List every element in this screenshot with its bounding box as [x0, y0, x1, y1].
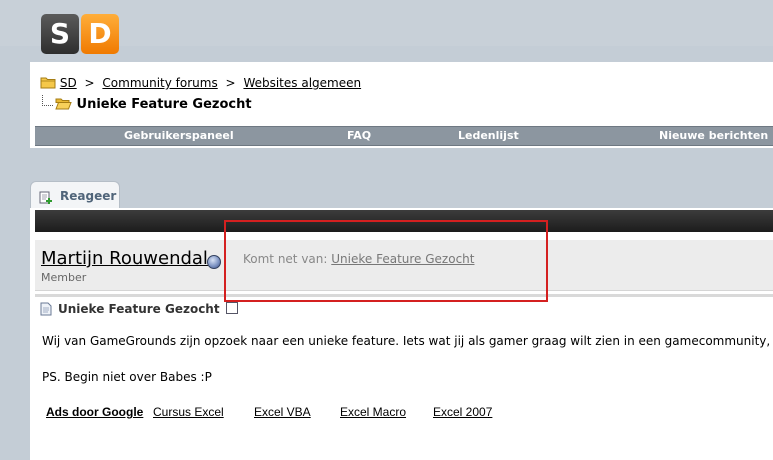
- ads-door-google-link[interactable]: Ads door Google: [46, 405, 143, 419]
- nav-faq[interactable]: FAQ: [347, 129, 371, 142]
- post-author-link[interactable]: Martijn Rouwendal: [41, 248, 208, 269]
- post-title-text: Unieke Feature Gezocht: [58, 302, 220, 316]
- tab-reageer-label: Reageer: [60, 189, 117, 203]
- nav-gebruikerspaneel[interactable]: Gebruikerspaneel: [124, 129, 234, 142]
- breadcrumb-websites-algemeen[interactable]: Websites algemeen: [243, 76, 361, 90]
- tab-reageer[interactable]: Reageer: [30, 181, 120, 210]
- ad-link-excel-2007[interactable]: Excel 2007: [433, 405, 492, 419]
- logo-tile-s: S: [41, 14, 79, 54]
- ad-link-excel-vba[interactable]: Excel VBA: [254, 405, 311, 419]
- logo-tile-d: D: [81, 14, 119, 54]
- breadcrumb-community-forums[interactable]: Community forums: [102, 76, 217, 90]
- breadcrumb: SD > Community forums > Websites algemee…: [40, 76, 361, 92]
- header-panel: SD > Community forums > Websites algemee…: [30, 62, 773, 148]
- post-author-role: Member: [41, 271, 87, 284]
- highlight-box: [224, 220, 548, 302]
- post-select-checkbox[interactable]: [225, 302, 238, 314]
- open-folder-icon: [55, 97, 72, 114]
- post-title: Unieke Feature Gezocht: [40, 302, 238, 319]
- ad-link-cursus-excel[interactable]: Cursus Excel: [153, 405, 224, 419]
- page-title-text: Unieke Feature Gezocht: [76, 97, 252, 112]
- breadcrumb-separator: >: [84, 76, 95, 90]
- breadcrumb-separator: >: [225, 76, 236, 90]
- document-icon: [40, 302, 52, 319]
- site-logo[interactable]: S D: [41, 14, 119, 54]
- page-title: Unieke Feature Gezocht: [42, 95, 252, 114]
- ad-link-excel-macro[interactable]: Excel Macro: [340, 405, 406, 419]
- reply-icon: [39, 190, 53, 209]
- nav-nieuwe-berichten[interactable]: Nieuwe berichten: [659, 129, 768, 142]
- post-container: Martijn Rouwendal Member Komt net van: U…: [30, 208, 773, 460]
- online-status-icon: [207, 255, 221, 269]
- folder-icon: [40, 76, 56, 92]
- post-ps: PS. Begin niet over Babes :P: [42, 370, 212, 384]
- nav-ledenlijst[interactable]: Ledenlijst: [458, 129, 519, 142]
- nav-bar: Gebruikerspaneel FAQ Ledenlijst Nieuwe b…: [35, 126, 773, 146]
- tree-connector-icon: [42, 95, 53, 106]
- breadcrumb-sd[interactable]: SD: [60, 76, 77, 90]
- post-body: Wij van GameGrounds zijn opzoek naar een…: [42, 334, 773, 348]
